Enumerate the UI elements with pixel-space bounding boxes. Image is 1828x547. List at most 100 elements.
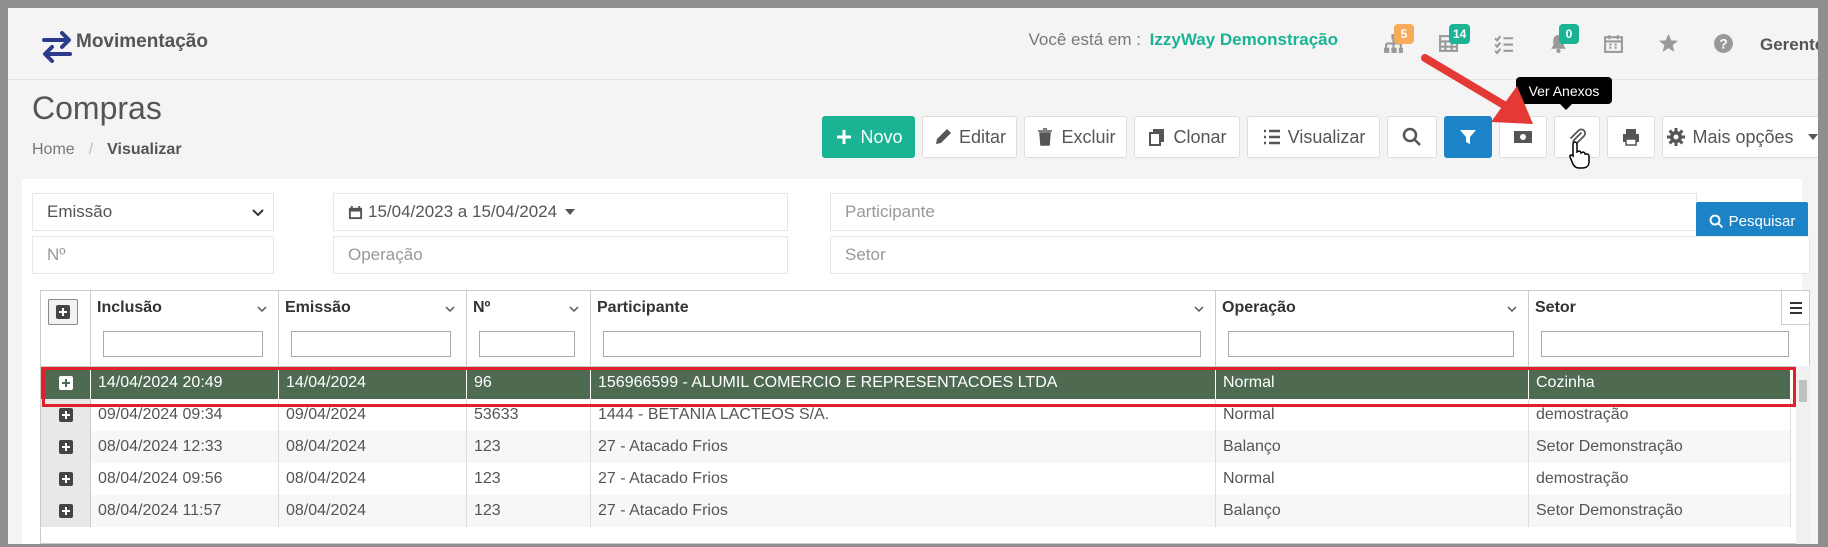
emissao-filter-input[interactable] [291, 331, 451, 357]
inclusao-filter-input[interactable] [103, 331, 263, 357]
org-chart-icon[interactable]: 5 [1378, 24, 1414, 58]
user-menu[interactable]: Gerente [1760, 35, 1818, 55]
breadcrumb: Home / Visualizar [32, 141, 182, 159]
cell-numero: 123 [467, 463, 591, 495]
cell-inclusao: 08/04/2024 12:33 [91, 431, 279, 463]
printer-icon [1623, 129, 1639, 146]
breadcrumb-separator: / [88, 141, 94, 158]
copy-icon [1149, 129, 1165, 146]
cell-inclusao: 14/04/2024 20:49 [91, 367, 279, 399]
table-row[interactable]: 09/04/2024 09:34 09/04/2024 53633 1444 - BE… [41, 399, 1791, 431]
calendar-icon [348, 205, 363, 219]
plus-square-icon [58, 440, 73, 454]
column-header-operacao[interactable]: Operação [1216, 291, 1529, 367]
cell-operacao: Normal [1216, 463, 1529, 495]
date-range-picker[interactable]: 15/04/2023 a 15/04/2024 [333, 193, 788, 231]
current-location: Você está em : IzzyWay Demonstração [1028, 30, 1338, 50]
row-expand-button[interactable] [41, 399, 91, 431]
breadcrumb-current: Visualizar [107, 141, 182, 158]
view-button[interactable]: Visualizar [1247, 116, 1380, 158]
grid-scrollbar[interactable] [1796, 366, 1810, 544]
cell-setor: Cozinha [1529, 367, 1791, 399]
cell-operacao: Balanço [1216, 431, 1529, 463]
purchases-grid: Inclusão Emissão Nº Participante Operaçã… [40, 290, 1810, 544]
plus-square-icon [58, 504, 73, 518]
cell-numero: 123 [467, 495, 591, 527]
delete-button[interactable]: Excluir [1024, 116, 1127, 158]
row-expand-button[interactable] [41, 367, 91, 399]
cell-numero: 123 [467, 431, 591, 463]
cell-participante: 27 - Atacado Frios [591, 431, 1216, 463]
header-expand-cell [41, 291, 91, 367]
participant-input[interactable]: Participante [830, 193, 1697, 231]
red-arrow-annotation [1421, 54, 1533, 124]
chevron-down-icon [257, 306, 267, 313]
table-row[interactable]: 08/04/2024 09:56 08/04/2024 123 27 - Atacad… [41, 463, 1791, 495]
column-header-setor[interactable]: Setor [1529, 291, 1809, 367]
table-row[interactable]: 08/04/2024 11:57 08/04/2024 123 27 - Atacad… [41, 495, 1791, 527]
cell-emissao: 08/04/2024 [279, 495, 467, 527]
star-icon[interactable] [1653, 28, 1683, 58]
caret-down-icon [565, 209, 576, 215]
breadcrumb-home[interactable]: Home [32, 141, 75, 158]
gear-icon [1667, 128, 1686, 146]
column-menu-button[interactable] [1781, 291, 1809, 325]
location-label: Você está em : [1028, 30, 1141, 49]
date-type-select[interactable]: Emissão [32, 193, 274, 231]
cell-emissao: 09/04/2024 [279, 399, 467, 431]
cell-participante: 1444 - BETÂNIA LÁCTEOS S/A. [591, 399, 1216, 431]
search-icon [1402, 127, 1421, 146]
row-expand-button[interactable] [41, 431, 91, 463]
setor-filter-input[interactable] [1541, 331, 1789, 357]
column-header-numero[interactable]: Nº [467, 291, 591, 367]
cell-operacao: Normal [1216, 367, 1529, 399]
operation-input[interactable]: Operação [333, 236, 788, 274]
location-value[interactable]: IzzyWay Demonstração [1150, 30, 1338, 49]
participante-filter-input[interactable] [603, 331, 1201, 357]
svg-text:?: ? [1719, 36, 1727, 51]
edit-button[interactable]: Editar [922, 116, 1017, 158]
help-icon[interactable]: ? [1708, 28, 1738, 58]
cell-inclusao: 09/04/2024 09:34 [91, 399, 279, 431]
bell-icon[interactable]: 0 [1543, 24, 1579, 58]
cell-emissao: 08/04/2024 [279, 463, 467, 495]
top-bar: Movimentação Você está em : IzzyWay Demo… [8, 8, 1818, 80]
calendar-icon[interactable] [1598, 28, 1628, 58]
cell-participante: 27 - Atacado Frios [591, 495, 1216, 527]
column-header-inclusao[interactable]: Inclusão [91, 291, 279, 367]
print-button[interactable] [1607, 116, 1655, 158]
sector-input[interactable]: Setor [830, 236, 1810, 274]
row-expand-button[interactable] [41, 463, 91, 495]
hand-pointer-icon [1569, 141, 1590, 169]
plus-square-icon [58, 408, 73, 422]
cell-emissao: 08/04/2024 [279, 431, 467, 463]
grid-badge: 14 [1449, 24, 1471, 44]
expand-all-button[interactable] [48, 299, 78, 325]
number-input[interactable]: Nº [32, 236, 274, 274]
row-expand-button[interactable] [41, 495, 91, 527]
clone-button[interactable]: Clonar [1134, 116, 1240, 158]
new-button[interactable]: Novo [822, 116, 915, 158]
cell-setor: demostração [1529, 463, 1791, 495]
trash-icon [1038, 128, 1053, 146]
more-options-button[interactable]: Mais opções [1662, 116, 1818, 158]
chevron-down-icon [1507, 306, 1517, 313]
chevron-down-icon [252, 209, 264, 217]
search-button[interactable]: Pesquisar [1696, 202, 1808, 240]
app-title: Movimentação [76, 31, 208, 52]
cell-setor: Setor Demonstração [1529, 431, 1791, 463]
cell-emissao: 14/04/2024 [279, 367, 467, 399]
numero-filter-input[interactable] [479, 331, 575, 357]
cell-setor: demostração [1529, 399, 1791, 431]
chevron-down-icon [1194, 306, 1204, 313]
column-header-emissao[interactable]: Emissão [279, 291, 467, 367]
org-badge: 5 [1394, 24, 1414, 44]
cell-numero: 53633 [467, 399, 591, 431]
table-row[interactable]: 08/04/2024 12:33 08/04/2024 123 27 - Atacad… [41, 431, 1791, 463]
column-header-participante[interactable]: Participante [591, 291, 1216, 367]
table-row[interactable]: 14/04/2024 20:49 14/04/2024 96 156966599 - … [41, 367, 1791, 399]
scrollbar-thumb[interactable] [1799, 380, 1807, 402]
notifications-badge: 0 [1559, 24, 1579, 44]
transfer-arrows-icon [42, 31, 72, 63]
operacao-filter-input[interactable] [1228, 331, 1514, 357]
